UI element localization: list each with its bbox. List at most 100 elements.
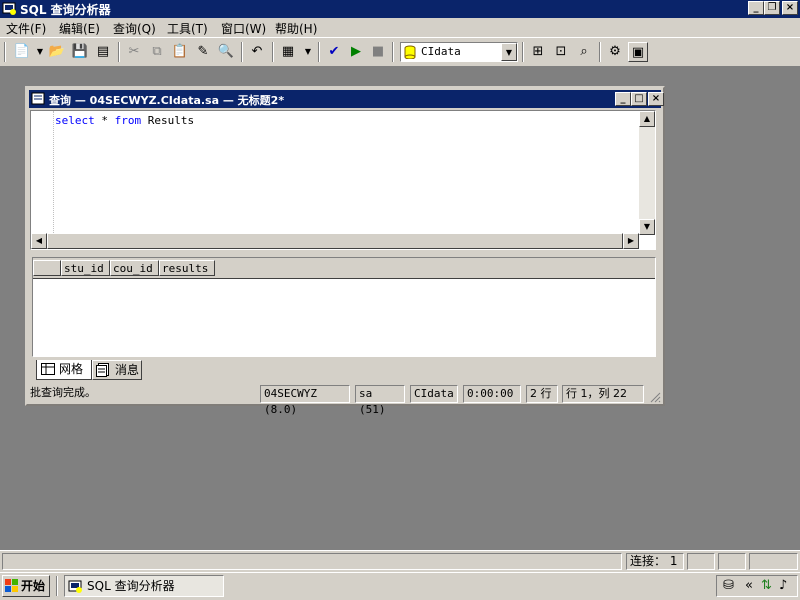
new-query-icon[interactable]: 📄 xyxy=(12,42,32,62)
sql-code-star: * xyxy=(94,114,115,127)
sql-keyword-from: from xyxy=(114,114,142,127)
start-button[interactable]: 开始 xyxy=(2,575,50,597)
save-icon[interactable]: 💾 xyxy=(70,42,90,62)
query-window-title-bar[interactable]: 查询 — 04SECWYZ.CIdata.sa — 无标题2* _ □ × xyxy=(29,90,664,108)
status-elapsed-time: 0:00:00 xyxy=(463,385,521,403)
start-button-label: 开始 xyxy=(21,579,46,593)
stop-icon[interactable]: ■ xyxy=(368,42,388,62)
resize-grip-icon[interactable] xyxy=(647,389,661,403)
query-minimize-button[interactable]: _ xyxy=(615,92,631,106)
menu-bar: 文件(F) 编辑(E) 查询(Q) 工具(T) 窗口(W) 帮助(H) xyxy=(0,18,800,37)
find-binoculars-icon[interactable]: 🔍 xyxy=(216,42,236,62)
scroll-down-icon[interactable]: ▼ xyxy=(639,219,655,235)
sql-keyword-select: select xyxy=(55,114,95,127)
restore-button[interactable]: ❐ xyxy=(764,1,780,15)
results-mode-dropdown-icon[interactable]: ▼ xyxy=(298,42,318,62)
status-panel xyxy=(718,553,746,570)
database-select[interactable]: CIdata ▼ xyxy=(400,42,518,62)
menu-query[interactable]: 查询(Q) xyxy=(113,20,156,37)
show-results-pane-icon[interactable]: ▣ xyxy=(628,42,648,62)
connection-properties-icon[interactable]: ⚙ xyxy=(605,42,625,62)
toolbar-separator xyxy=(318,42,320,62)
grid-corner-cell[interactable] xyxy=(33,260,61,276)
query-close-button[interactable]: × xyxy=(648,92,664,106)
parse-check-icon[interactable]: ✔ xyxy=(324,42,344,62)
database-select-value: CIdata xyxy=(421,45,461,58)
menu-window[interactable]: 窗口(W) xyxy=(221,20,266,37)
editor-horizontal-scrollbar[interactable]: ◀ ▶ xyxy=(31,233,639,249)
tab-grid-label: 网格 xyxy=(59,362,84,376)
taskbar-separator xyxy=(56,576,58,596)
toolbar-grip xyxy=(4,42,6,62)
object-search-icon[interactable]: ⊡ xyxy=(551,42,571,62)
taskbar: 开始 SQL 查询分析器 ⛁ « ⇅ ♪ xyxy=(0,572,800,600)
chevron-down-icon[interactable]: ▼ xyxy=(501,43,517,61)
menu-edit[interactable]: 编辑(E) xyxy=(59,20,100,37)
status-database: CIdata xyxy=(410,385,458,403)
sql-editor[interactable]: select * from Results ▲ ▼ ◀ ▶ xyxy=(30,110,656,250)
status-message: 批查询完成。 xyxy=(30,386,96,399)
menu-file[interactable]: 文件(F) xyxy=(6,20,46,37)
messages-icon xyxy=(96,363,109,377)
sql-app-icon xyxy=(68,580,82,593)
menu-help[interactable]: 帮助(H) xyxy=(275,20,317,37)
column-header[interactable]: cou_id xyxy=(110,260,159,276)
undo-icon[interactable]: ↶ xyxy=(247,42,267,62)
minimize-button[interactable]: _ xyxy=(748,1,764,15)
app-title: SQL 查询分析器 xyxy=(20,3,111,17)
tray-collapse-icon[interactable]: « xyxy=(745,578,753,593)
system-tray: ⛁ « ⇅ ♪ xyxy=(716,575,798,597)
toolbar-separator xyxy=(599,42,601,62)
results-grid-icon[interactable]: ▦ xyxy=(278,42,298,62)
column-header[interactable]: results xyxy=(159,260,215,276)
close-button[interactable]: × xyxy=(782,1,798,15)
open-folder-icon[interactable]: 📂 xyxy=(47,42,67,62)
object-browser-icon[interactable]: ⊞ xyxy=(528,42,548,62)
execution-plan-icon[interactable]: ⌕ xyxy=(574,42,594,62)
editor-gutter xyxy=(31,111,54,235)
database-cylinder-icon xyxy=(404,45,416,59)
tray-network-icon[interactable]: ⇅ xyxy=(761,578,772,593)
cut-icon[interactable]: ✂ xyxy=(124,42,144,62)
tray-sql-service-icon[interactable]: ⛁ xyxy=(723,578,734,593)
results-grid[interactable]: stu_id cou_id results xyxy=(32,257,656,357)
query-doc-icon xyxy=(31,92,45,105)
toolbar-separator xyxy=(241,42,243,62)
status-panel xyxy=(687,553,715,570)
status-user: sa (51) xyxy=(355,385,405,416)
toolbar: 📄 ▼ 📂 💾 ▤ ✂ ⧉ 📋 ✎ 🔍 ↶ ▦ ▼ ✔ ▶ ■ CIdata ▼… xyxy=(0,37,800,67)
toolbar-separator xyxy=(392,42,394,62)
status-panel xyxy=(749,553,798,570)
query-maximize-button[interactable]: □ xyxy=(631,92,647,106)
clear-window-icon[interactable]: ✎ xyxy=(193,42,213,62)
scroll-right-icon[interactable]: ▶ xyxy=(623,233,639,249)
copy-icon[interactable]: ⧉ xyxy=(147,42,167,62)
menu-tools[interactable]: 工具(T) xyxy=(167,20,208,37)
sql-app-icon xyxy=(2,2,16,15)
toolbar-separator xyxy=(522,42,524,62)
status-cursor-position: 行 1，列 22 xyxy=(562,385,644,403)
horizontal-scroll-thumb[interactable] xyxy=(47,233,623,249)
grid-icon xyxy=(41,363,55,375)
toolbar-separator xyxy=(118,42,120,62)
execute-play-icon[interactable]: ▶ xyxy=(346,42,366,62)
scroll-left-icon[interactable]: ◀ xyxy=(31,233,47,249)
tab-messages-label: 消息 xyxy=(115,363,140,377)
scroll-up-icon[interactable]: ▲ xyxy=(639,111,655,127)
sql-code-table: Results xyxy=(141,114,195,127)
paste-icon[interactable]: 📋 xyxy=(170,42,190,62)
insert-template-icon[interactable]: ▤ xyxy=(93,42,113,62)
editor-vertical-scrollbar[interactable]: ▲ ▼ xyxy=(639,111,655,235)
grid-header-row: stu_id cou_id results xyxy=(33,258,655,279)
query-window-title: 查询 — 04SECWYZ.CIdata.sa — 无标题2* xyxy=(49,94,285,107)
taskbar-item-sql-query-analyzer[interactable]: SQL 查询分析器 xyxy=(64,575,224,597)
status-connections: 连接： 1 xyxy=(626,553,684,570)
tab-messages[interactable]: 消息 xyxy=(92,360,142,380)
app-title-bar[interactable]: SQL 查询分析器 _ ❐ × xyxy=(0,0,800,18)
tab-grid[interactable]: 网格 xyxy=(36,360,92,380)
column-header[interactable]: stu_id xyxy=(61,260,110,276)
app-status-bar: 连接： 1 xyxy=(0,550,800,572)
tray-volume-icon[interactable]: ♪ xyxy=(779,578,787,593)
windows-logo-icon xyxy=(5,579,18,592)
sql-code-line[interactable]: select * from Results xyxy=(55,114,194,127)
